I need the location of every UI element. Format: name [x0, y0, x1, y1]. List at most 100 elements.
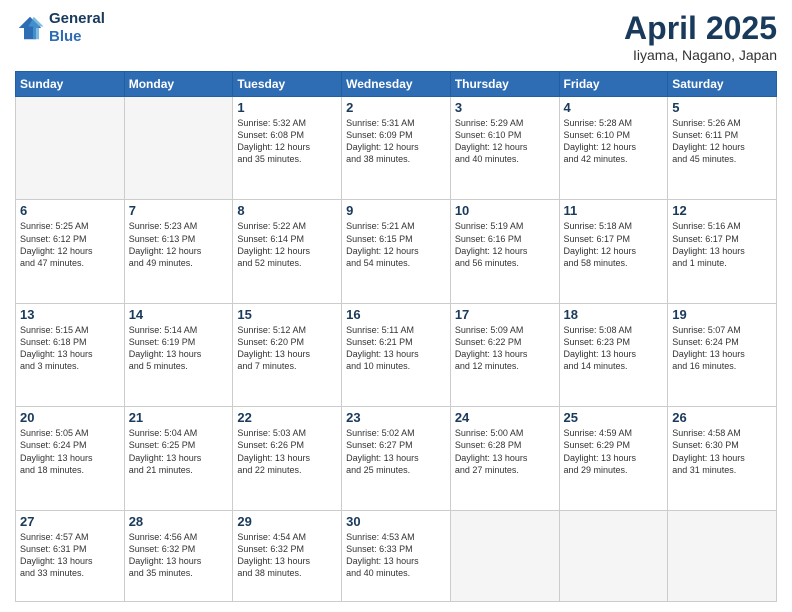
day-info: Sunrise: 4:58 AM Sunset: 6:30 PM Dayligh…	[672, 427, 772, 476]
calendar-cell: 27Sunrise: 4:57 AM Sunset: 6:31 PM Dayli…	[16, 510, 125, 601]
day-number: 5	[672, 100, 772, 115]
calendar-cell: 17Sunrise: 5:09 AM Sunset: 6:22 PM Dayli…	[450, 303, 559, 406]
calendar-cell	[124, 97, 233, 200]
day-info: Sunrise: 5:04 AM Sunset: 6:25 PM Dayligh…	[129, 427, 229, 476]
calendar-cell: 3 Sunrise: 5:29 AM Sunset: 6:10 PM Daylig…	[450, 97, 559, 200]
day-number: 22	[237, 410, 337, 425]
calendar-cell: 10Sunrise: 5:19 AM Sunset: 6:16 PM Dayli…	[450, 200, 559, 303]
calendar-cell: 29 Sunrise: 4:54 AM Sunset: 6:32 PM Dayli…	[233, 510, 342, 601]
calendar-cell: 26 Sunrise: 4:58 AM Sunset: 6:30 PM Dayli…	[668, 407, 777, 510]
day-info: Sunrise: 5:15 AM Sunset: 6:18 PM Dayligh…	[20, 324, 120, 373]
calendar-cell: 14 Sunrise: 5:14 AM Sunset: 6:19 PM Dayli…	[124, 303, 233, 406]
calendar-cell: 6 Sunrise: 5:25 AM Sunset: 6:12 PM Daylig…	[16, 200, 125, 303]
day-info: Sunrise: 5:23 AM Sunset: 6:13 PM Dayligh…	[129, 220, 229, 269]
day-number: 20	[20, 410, 120, 425]
weekday-header-row: SundayMondayTuesdayWednesdayThursdayFrid…	[16, 72, 777, 97]
day-info: Sunrise: 5:11 AM Sunset: 6:21 PM Dayligh…	[346, 324, 446, 373]
day-info: Sunrise: 5:29 AM Sunset: 6:10 PM Dayligh…	[455, 117, 555, 166]
calendar-cell: 22 Sunrise: 5:03 AM Sunset: 6:26 PM Dayli…	[233, 407, 342, 510]
day-info: Sunrise: 5:09 AM Sunset: 6:22 PM Dayligh…	[455, 324, 555, 373]
title-block: April 2025 Iiyama, Nagano, Japan	[624, 10, 777, 63]
day-info: Sunrise: 5:18 AM Sunset: 6:17 PM Dayligh…	[564, 220, 664, 269]
calendar-cell: 20 Sunrise: 5:05 AM Sunset: 6:24 PM Dayli…	[16, 407, 125, 510]
day-number: 13	[20, 307, 120, 322]
calendar-cell: 7 Sunrise: 5:23 AM Sunset: 6:13 PM Daylig…	[124, 200, 233, 303]
week-row-2: 6 Sunrise: 5:25 AM Sunset: 6:12 PM Daylig…	[16, 200, 777, 303]
day-info: Sunrise: 5:28 AM Sunset: 6:10 PM Dayligh…	[564, 117, 664, 166]
logo: General Blue	[15, 10, 105, 46]
day-number: 1	[237, 100, 337, 115]
day-number: 7	[129, 203, 229, 218]
day-number: 28	[129, 514, 229, 529]
day-info: Sunrise: 4:53 AM Sunset: 6:33 PM Dayligh…	[346, 531, 446, 580]
day-info: Sunrise: 5:26 AM Sunset: 6:11 PM Dayligh…	[672, 117, 772, 166]
day-number: 12	[672, 203, 772, 218]
calendar-cell: 30 Sunrise: 4:53 AM Sunset: 6:33 PM Dayli…	[342, 510, 451, 601]
day-number: 21	[129, 410, 229, 425]
weekday-header-monday: Monday	[124, 72, 233, 97]
calendar-cell: 28Sunrise: 4:56 AM Sunset: 6:32 PM Dayli…	[124, 510, 233, 601]
calendar-cell: 18 Sunrise: 5:08 AM Sunset: 6:23 PM Dayli…	[559, 303, 668, 406]
calendar-cell: 1 Sunrise: 5:32 AM Sunset: 6:08 PM Daylig…	[233, 97, 342, 200]
day-number: 6	[20, 203, 120, 218]
day-info: Sunrise: 5:14 AM Sunset: 6:19 PM Dayligh…	[129, 324, 229, 373]
day-number: 4	[564, 100, 664, 115]
day-number: 26	[672, 410, 772, 425]
day-number: 3	[455, 100, 555, 115]
day-number: 19	[672, 307, 772, 322]
calendar-cell: 4 Sunrise: 5:28 AM Sunset: 6:10 PM Daylig…	[559, 97, 668, 200]
day-info: Sunrise: 4:57 AM Sunset: 6:31 PM Dayligh…	[20, 531, 120, 580]
day-number: 9	[346, 203, 446, 218]
calendar-cell: 9 Sunrise: 5:21 AM Sunset: 6:15 PM Daylig…	[342, 200, 451, 303]
weekday-header-friday: Friday	[559, 72, 668, 97]
day-number: 25	[564, 410, 664, 425]
calendar-cell: 13 Sunrise: 5:15 AM Sunset: 6:18 PM Dayli…	[16, 303, 125, 406]
week-row-3: 13 Sunrise: 5:15 AM Sunset: 6:18 PM Dayli…	[16, 303, 777, 406]
logo-icon	[15, 13, 45, 43]
day-info: Sunrise: 5:08 AM Sunset: 6:23 PM Dayligh…	[564, 324, 664, 373]
day-info: Sunrise: 5:00 AM Sunset: 6:28 PM Dayligh…	[455, 427, 555, 476]
calendar-cell: 8Sunrise: 5:22 AM Sunset: 6:14 PM Daylig…	[233, 200, 342, 303]
week-row-1: 1 Sunrise: 5:32 AM Sunset: 6:08 PM Daylig…	[16, 97, 777, 200]
day-info: Sunrise: 5:03 AM Sunset: 6:26 PM Dayligh…	[237, 427, 337, 476]
calendar-cell: 2Sunrise: 5:31 AM Sunset: 6:09 PM Daylig…	[342, 97, 451, 200]
day-number: 30	[346, 514, 446, 529]
day-info: Sunrise: 4:59 AM Sunset: 6:29 PM Dayligh…	[564, 427, 664, 476]
weekday-header-wednesday: Wednesday	[342, 72, 451, 97]
header: General Blue April 2025 Iiyama, Nagano, …	[15, 10, 777, 63]
day-info: Sunrise: 5:25 AM Sunset: 6:12 PM Dayligh…	[20, 220, 120, 269]
day-number: 10	[455, 203, 555, 218]
day-info: Sunrise: 5:21 AM Sunset: 6:15 PM Dayligh…	[346, 220, 446, 269]
day-number: 29	[237, 514, 337, 529]
calendar-cell: 15Sunrise: 5:12 AM Sunset: 6:20 PM Dayli…	[233, 303, 342, 406]
day-info: Sunrise: 5:05 AM Sunset: 6:24 PM Dayligh…	[20, 427, 120, 476]
day-number: 8	[237, 203, 337, 218]
day-info: Sunrise: 5:12 AM Sunset: 6:20 PM Dayligh…	[237, 324, 337, 373]
weekday-header-sunday: Sunday	[16, 72, 125, 97]
day-info: Sunrise: 5:02 AM Sunset: 6:27 PM Dayligh…	[346, 427, 446, 476]
weekday-header-tuesday: Tuesday	[233, 72, 342, 97]
day-number: 18	[564, 307, 664, 322]
day-info: Sunrise: 5:32 AM Sunset: 6:08 PM Dayligh…	[237, 117, 337, 166]
calendar-cell: 23Sunrise: 5:02 AM Sunset: 6:27 PM Dayli…	[342, 407, 451, 510]
day-info: Sunrise: 5:16 AM Sunset: 6:17 PM Dayligh…	[672, 220, 772, 269]
calendar-cell: 24 Sunrise: 5:00 AM Sunset: 6:28 PM Dayli…	[450, 407, 559, 510]
calendar-cell	[668, 510, 777, 601]
day-info: Sunrise: 4:54 AM Sunset: 6:32 PM Dayligh…	[237, 531, 337, 580]
month-year: April 2025	[624, 10, 777, 47]
page: General Blue April 2025 Iiyama, Nagano, …	[0, 0, 792, 612]
calendar-cell: 16Sunrise: 5:11 AM Sunset: 6:21 PM Dayli…	[342, 303, 451, 406]
location: Iiyama, Nagano, Japan	[624, 47, 777, 63]
day-number: 14	[129, 307, 229, 322]
calendar-cell	[16, 97, 125, 200]
day-info: Sunrise: 5:07 AM Sunset: 6:24 PM Dayligh…	[672, 324, 772, 373]
calendar-cell: 11 Sunrise: 5:18 AM Sunset: 6:17 PM Dayli…	[559, 200, 668, 303]
week-row-4: 20 Sunrise: 5:05 AM Sunset: 6:24 PM Dayli…	[16, 407, 777, 510]
calendar-cell: 21 Sunrise: 5:04 AM Sunset: 6:25 PM Dayli…	[124, 407, 233, 510]
day-number: 24	[455, 410, 555, 425]
calendar-cell: 5 Sunrise: 5:26 AM Sunset: 6:11 PM Daylig…	[668, 97, 777, 200]
day-number: 11	[564, 203, 664, 218]
logo-text: General Blue	[49, 10, 105, 46]
weekday-header-thursday: Thursday	[450, 72, 559, 97]
day-info: Sunrise: 5:31 AM Sunset: 6:09 PM Dayligh…	[346, 117, 446, 166]
